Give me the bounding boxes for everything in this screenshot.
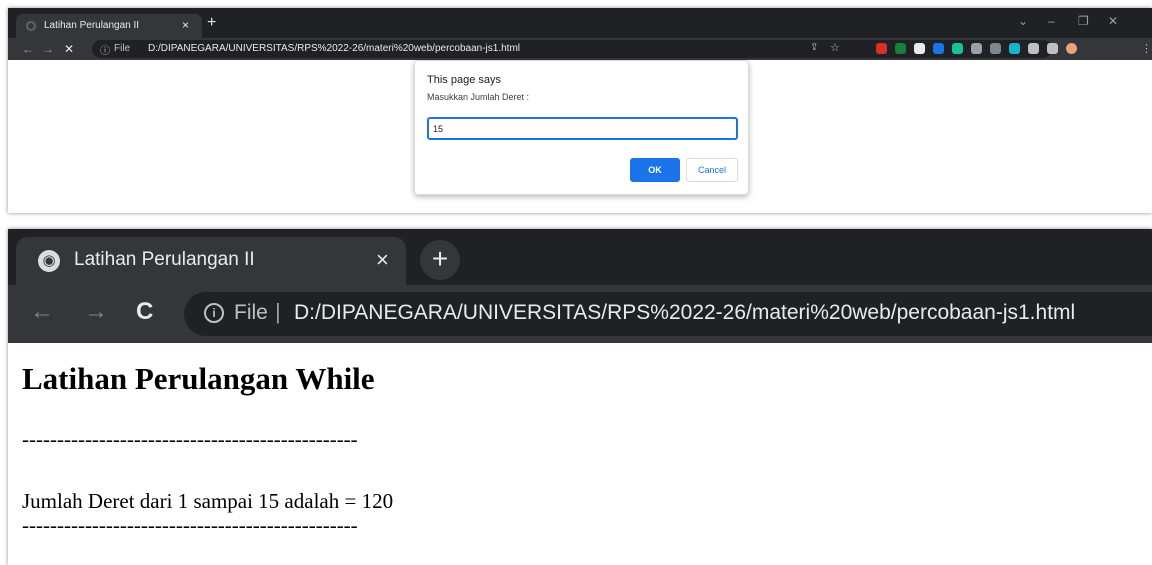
browser-screenshot-prompt: Latihan Perulangan II × + ⌄ – ❐ ✕ ← → ✕ … [8, 8, 1152, 213]
prompt-dialog: This page says Masukkan Jumlah Deret : O… [414, 60, 749, 195]
divider-bottom: ----------------------------------------… [22, 513, 358, 537]
back-button[interactable]: ← [22, 41, 34, 57]
ext-grammarly-icon[interactable] [952, 43, 963, 54]
tab-close-icon[interactable]: × [182, 18, 189, 32]
separator: | [275, 299, 281, 324]
maximize-button[interactable]: ❐ [1078, 14, 1089, 28]
toolbar: ← → C i File | D:/DIPANEGARA/UNIVERSITAS… [8, 285, 1152, 343]
minimize-button[interactable]: – [1048, 14, 1055, 28]
ext-avatar-icon[interactable] [1066, 43, 1077, 54]
new-tab-button[interactable]: + [420, 240, 460, 280]
browser-screenshot-result: ◉ Latihan Perulangan II × + ← → C i File… [8, 229, 1152, 565]
ext-gray2-icon[interactable] [990, 43, 1001, 54]
page-heading: Latihan Perulangan While [22, 361, 375, 396]
info-icon[interactable]: i [204, 303, 224, 323]
ext-sidepanel-icon[interactable] [1047, 43, 1058, 54]
share-icon[interactable]: ⇪ [810, 42, 818, 53]
ok-button[interactable]: OK [630, 158, 680, 182]
divider-top: ----------------------------------------… [22, 427, 358, 451]
page-content: Latihan Perulangan While ---------------… [8, 343, 1152, 565]
loading-icon [26, 21, 36, 31]
prompt-input[interactable] [427, 117, 738, 140]
result-text: Jumlah Deret dari 1 sampai 15 adalah = 1… [22, 489, 394, 513]
ext-doc-icon[interactable] [914, 43, 925, 54]
ext-teal-icon[interactable] [1009, 43, 1020, 54]
file-label: File [114, 43, 131, 54]
tab-bar: Latihan Perulangan II × + ⌄ – ❐ ✕ [8, 8, 1152, 38]
forward-button[interactable]: → [84, 298, 108, 326]
toolbar: ← → ✕ ⓘ File D:/DIPANEGARA/UNIVERSITAS/R… [8, 38, 1152, 60]
tab-close-icon[interactable]: × [376, 247, 389, 273]
ext-blue-icon[interactable] [933, 43, 944, 54]
ext-gray-icon[interactable] [971, 43, 982, 54]
cancel-button[interactable]: Cancel [686, 158, 738, 182]
globe-icon: ◉ [38, 250, 60, 272]
dialog-title: This page says [427, 74, 501, 86]
close-window-button[interactable]: ✕ [1108, 14, 1118, 28]
reload-button[interactable]: C [136, 298, 153, 326]
tab-title: Latihan Perulangan II [44, 20, 140, 31]
tab-latihan[interactable]: Latihan Perulangan II × [16, 14, 202, 38]
tab-latihan[interactable]: ◉ Latihan Perulangan II × [16, 237, 406, 285]
new-tab-button[interactable]: + [207, 14, 216, 32]
url-text[interactable]: D:/DIPANEGARA/UNIVERSITAS/RPS%2022-26/ma… [294, 301, 1075, 325]
tab-search-icon[interactable]: ⌄ [1018, 14, 1028, 28]
file-label: File [234, 301, 268, 324]
info-icon[interactable]: ⓘ [100, 42, 110, 57]
bookmark-star-icon[interactable]: ☆ [830, 41, 840, 54]
tab-title: Latihan Perulangan II [74, 249, 255, 270]
ext-red-icon[interactable] [876, 43, 887, 54]
address-bar[interactable]: i File | D:/DIPANEGARA/UNIVERSITAS/RPS%2… [184, 292, 1152, 336]
tab-bar: ◉ Latihan Perulangan II × + [8, 229, 1152, 285]
forward-button[interactable]: → [42, 41, 54, 57]
ext-green-icon[interactable] [895, 43, 906, 54]
address-bar[interactable]: ⓘ File D:/DIPANEGARA/UNIVERSITAS/RPS%202… [92, 40, 1052, 58]
url-text[interactable]: D:/DIPANEGARA/UNIVERSITAS/RPS%2022-26/ma… [148, 43, 520, 54]
menu-icon[interactable]: ⋮ [1141, 42, 1152, 55]
dialog-message: Masukkan Jumlah Deret : [427, 92, 530, 102]
ext-puzzle-icon[interactable] [1028, 43, 1039, 54]
back-button[interactable]: ← [30, 298, 54, 326]
stop-button[interactable]: ✕ [64, 41, 74, 57]
